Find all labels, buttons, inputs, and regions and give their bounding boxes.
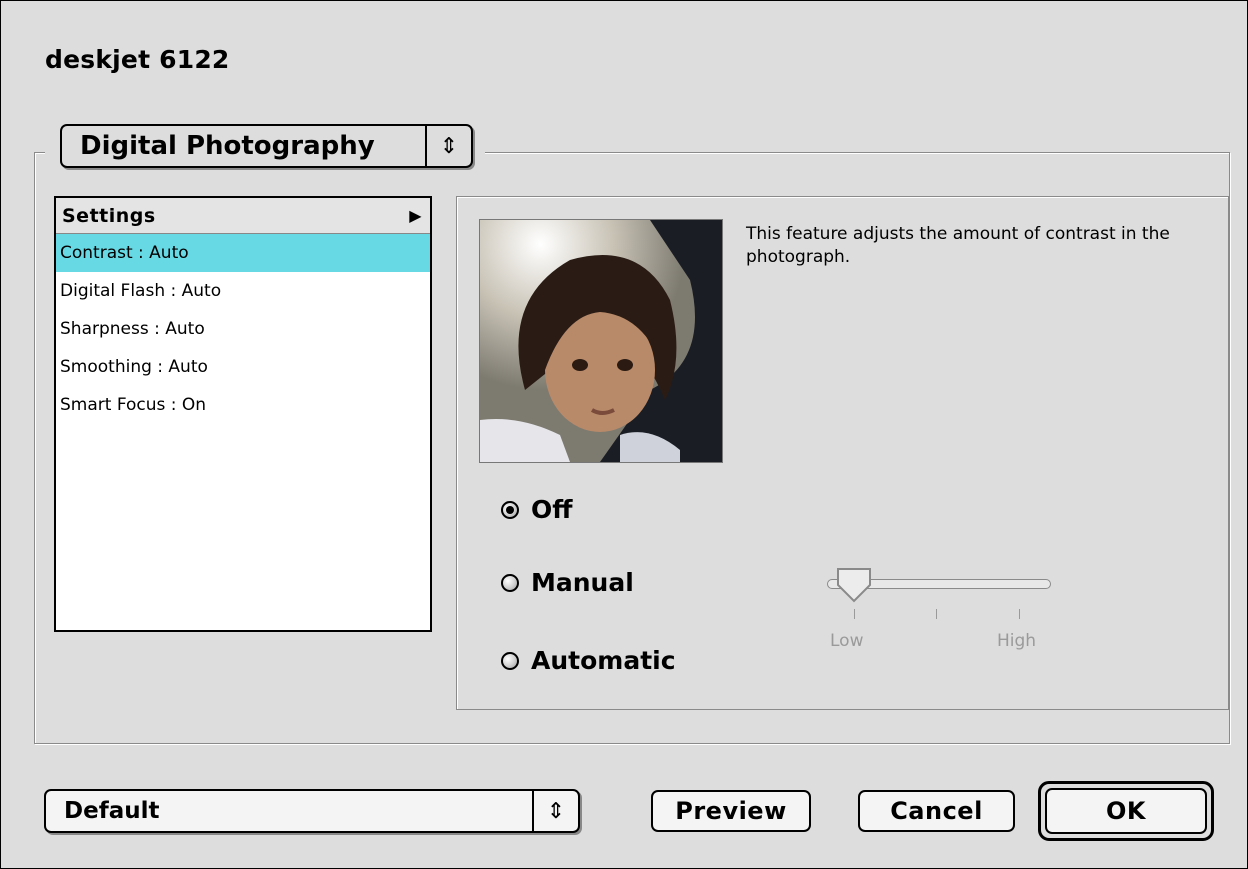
preview-button-label: Preview — [675, 797, 787, 825]
settings-listbox[interactable]: Settings ▶ Contrast : Auto Digital Flash… — [54, 196, 432, 632]
print-dialog: deskjet 6122 Digital Photography ⇕ Setti… — [0, 0, 1248, 869]
up-down-arrows-icon: ⇕ — [532, 791, 578, 831]
radio-unchecked-indicator — [501, 573, 519, 592]
slider-high-label: High — [997, 631, 1037, 651]
cancel-button-label: Cancel — [890, 797, 983, 825]
slider-thumb-icon[interactable] — [835, 567, 875, 607]
list-item-smart-focus[interactable]: Smart Focus : On — [56, 386, 430, 424]
radio-off[interactable]: Off — [501, 495, 573, 524]
sample-photo — [479, 219, 723, 463]
slider-low-label: Low — [830, 631, 864, 651]
list-item-label: Contrast : Auto — [60, 243, 189, 263]
preview-button[interactable]: Preview — [651, 790, 811, 832]
feature-description: This feature adjusts the amount of contr… — [746, 224, 1170, 267]
list-item-contrast[interactable]: Contrast : Auto — [56, 234, 430, 272]
list-item-sharpness[interactable]: Sharpness : Auto — [56, 310, 430, 348]
radio-manual-label: Manual — [531, 568, 634, 597]
contrast-slider[interactable]: Low High — [821, 567, 1061, 667]
slider-tick — [936, 609, 937, 619]
settings-header-label: Settings — [62, 204, 156, 227]
slider-tick — [854, 609, 855, 619]
slider-tick — [1019, 609, 1020, 619]
list-item-label: Sharpness : Auto — [60, 319, 205, 339]
radio-unchecked-indicator — [501, 651, 519, 670]
list-item-label: Smart Focus : On — [60, 395, 207, 415]
ok-button-label: OK — [1106, 797, 1146, 825]
preset-label: Default — [64, 798, 160, 824]
ok-button[interactable]: OK — [1045, 788, 1207, 834]
radio-off-label: Off — [531, 495, 573, 524]
radio-manual[interactable]: Manual — [501, 568, 634, 597]
list-item-label: Smoothing : Auto — [60, 357, 208, 377]
panel-selector-popup[interactable]: Digital Photography ⇕ — [60, 124, 473, 168]
settings-list-header[interactable]: Settings ▶ — [56, 198, 430, 234]
radio-automatic-label: Automatic — [531, 646, 676, 675]
panel-selector-label: Digital Photography — [80, 131, 375, 161]
printer-name-title: deskjet 6122 — [45, 45, 230, 74]
preset-popup[interactable]: Default ⇕ — [44, 789, 580, 833]
list-item-smoothing[interactable]: Smoothing : Auto — [56, 348, 430, 386]
disclosure-triangle-icon: ▶ — [409, 206, 422, 225]
list-item-digital-flash[interactable]: Digital Flash : Auto — [56, 272, 430, 310]
list-item-label: Digital Flash : Auto — [60, 281, 222, 301]
radio-automatic[interactable]: Automatic — [501, 646, 676, 675]
up-down-arrows-icon: ⇕ — [425, 126, 471, 166]
cancel-button[interactable]: Cancel — [858, 790, 1015, 832]
radio-checked-indicator — [501, 500, 519, 519]
